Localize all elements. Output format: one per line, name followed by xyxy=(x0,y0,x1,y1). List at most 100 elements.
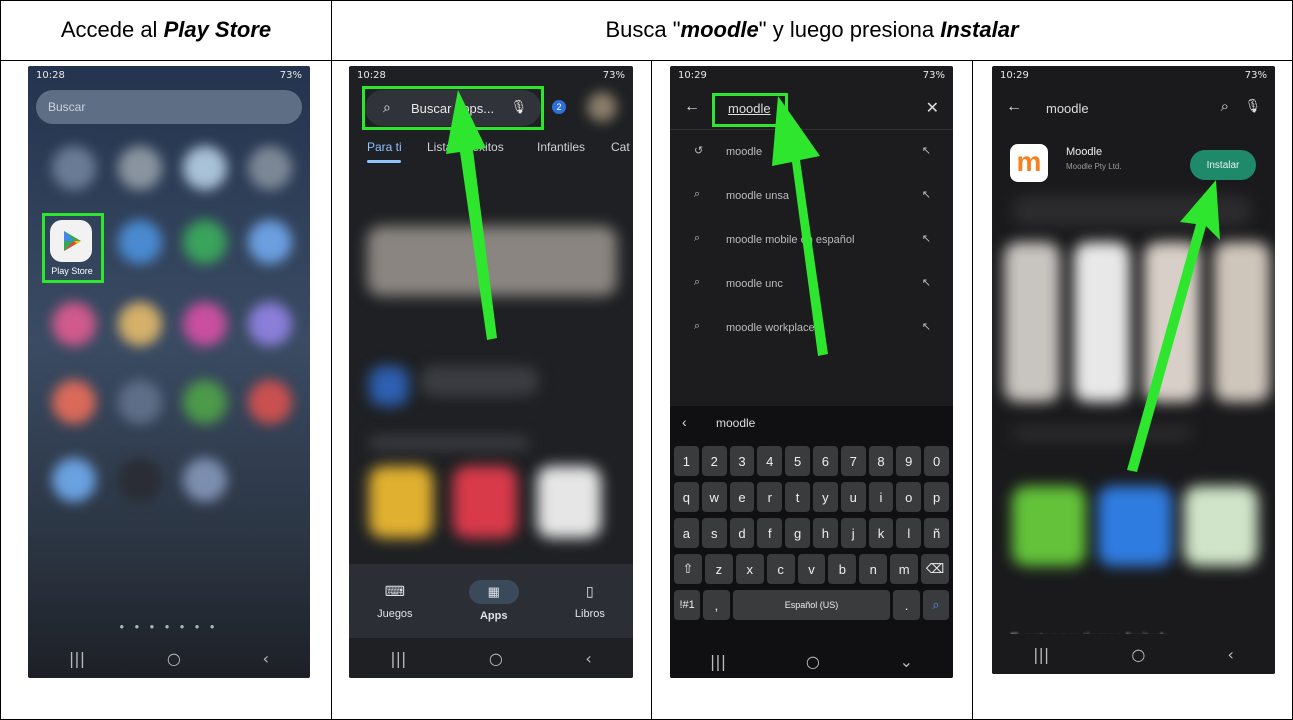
notification-badge[interactable]: 2 xyxy=(552,100,566,114)
key[interactable]: 4 xyxy=(757,446,783,476)
home-search-bar[interactable]: Buscar xyxy=(36,90,302,124)
battery-level: 73% xyxy=(602,70,625,81)
key[interactable]: w xyxy=(701,482,727,512)
key[interactable]: y xyxy=(812,482,838,512)
key[interactable]: g xyxy=(785,518,810,548)
recents-icon[interactable]: ||| xyxy=(69,649,85,668)
back-arrow-icon[interactable]: ← xyxy=(684,98,700,116)
key[interactable]: s xyxy=(701,518,727,548)
fill-arrow-icon[interactable]: ↖ xyxy=(922,276,931,289)
key[interactable]: b xyxy=(828,554,857,584)
suggestion-item[interactable]: ↺ moodle ↖ xyxy=(670,130,953,174)
search-icon[interactable]: ⌕ xyxy=(1221,98,1229,115)
chevron-left-icon[interactable]: ‹ xyxy=(682,414,687,430)
back-icon[interactable]: ‹ xyxy=(263,649,269,668)
key[interactable]: 5 xyxy=(785,446,810,476)
key[interactable]: o xyxy=(896,482,922,512)
tab-infantiles[interactable]: Infantiles xyxy=(537,140,585,154)
suggestion-item[interactable]: ⌕ moodle workplace ↖ xyxy=(670,306,953,350)
key[interactable]: h xyxy=(812,518,838,548)
search-key[interactable]: ⌕ xyxy=(922,590,949,620)
key[interactable]: v xyxy=(797,554,826,584)
mic-icon[interactable]: 🎙 xyxy=(1244,98,1261,114)
avatar[interactable] xyxy=(587,92,617,122)
tab-categorias[interactable]: Cat xyxy=(611,140,630,154)
key[interactable]: r xyxy=(757,482,783,512)
suggestion-item[interactable]: ⌕ moodle mobile en español ↖ xyxy=(670,218,953,262)
keyboard-suggestion[interactable]: moodle xyxy=(716,416,755,430)
results-top-bar: ← moodle ⌕ 🎙 xyxy=(992,90,1275,130)
key[interactable]: e xyxy=(729,482,755,512)
key[interactable]: 6 xyxy=(812,446,838,476)
search-icon: ⌕ xyxy=(694,276,701,288)
key[interactable]: q xyxy=(674,482,699,512)
key[interactable]: d xyxy=(729,518,755,548)
back-arrow-icon[interactable]: ← xyxy=(1006,98,1022,116)
key[interactable]: f xyxy=(757,518,783,548)
suggestion-item[interactable]: ⌕ moodle unsa ↖ xyxy=(670,174,953,218)
key[interactable]: ñ xyxy=(924,518,949,548)
key[interactable]: 0 xyxy=(924,446,949,476)
status-time: 10:29 xyxy=(678,70,707,81)
fill-arrow-icon[interactable]: ↖ xyxy=(922,144,931,157)
symbols-key[interactable]: !#1 xyxy=(674,590,701,620)
key[interactable]: z xyxy=(704,554,733,584)
key-row-4: !#1 , Español (US) . ⌕ xyxy=(674,590,949,620)
nav-libros[interactable]: ▯ Libros xyxy=(575,583,605,620)
key[interactable]: 2 xyxy=(701,446,727,476)
key[interactable]: p xyxy=(924,482,949,512)
nav-apps[interactable]: ▦ Apps xyxy=(468,580,519,622)
close-icon[interactable]: ✕ xyxy=(926,98,939,118)
home-icon[interactable]: ○ xyxy=(167,649,181,668)
app-name: Moodle xyxy=(1066,146,1103,158)
status-bar: 10:28 73% xyxy=(357,70,625,86)
tab-lista-exitos[interactable]: Lista de éxitos xyxy=(427,140,504,154)
fill-arrow-icon[interactable]: ↖ xyxy=(922,320,931,333)
key[interactable]: a xyxy=(674,518,699,548)
header-text: Accede al xyxy=(60,17,164,42)
nav-juegos[interactable]: ⌨ Juegos xyxy=(377,583,412,620)
recents-icon[interactable]: ||| xyxy=(390,649,406,668)
nav-label: Juegos xyxy=(377,607,413,620)
key[interactable]: 9 xyxy=(896,446,922,476)
home-icon[interactable]: ○ xyxy=(1131,645,1145,664)
key[interactable]: 3 xyxy=(729,446,755,476)
comma-key[interactable]: , xyxy=(703,590,730,620)
key[interactable]: c xyxy=(766,554,795,584)
period-key[interactable]: . xyxy=(893,590,920,620)
key[interactable]: u xyxy=(840,482,866,512)
key[interactable]: 7 xyxy=(840,446,866,476)
key[interactable]: x xyxy=(735,554,764,584)
battery-level: 73% xyxy=(279,70,302,81)
recents-icon[interactable]: ||| xyxy=(710,652,726,671)
install-button[interactable]: Instalar xyxy=(1190,150,1256,180)
home-icon[interactable]: ○ xyxy=(489,649,503,668)
key[interactable]: j xyxy=(840,518,866,548)
back-icon[interactable]: ‹ xyxy=(585,649,591,668)
key[interactable]: m xyxy=(890,554,919,584)
fill-arrow-icon[interactable]: ↖ xyxy=(922,232,931,245)
search-icon: ⌕ xyxy=(694,320,701,332)
key[interactable]: t xyxy=(785,482,810,512)
shift-key[interactable]: ⇧ xyxy=(674,554,702,584)
key[interactable]: 1 xyxy=(674,446,699,476)
key[interactable]: n xyxy=(859,554,888,584)
key[interactable]: k xyxy=(868,518,894,548)
search-query[interactable]: moodle xyxy=(1046,101,1089,116)
space-key[interactable]: Español (US) xyxy=(732,590,891,620)
backspace-key[interactable]: ⌫ xyxy=(921,554,950,584)
key[interactable]: l xyxy=(896,518,922,548)
phone-play-store: 10:28 73% ⌕ Buscar apps... 🎙 2 Para ti L… xyxy=(349,66,633,678)
back-icon[interactable]: ‹ xyxy=(1227,645,1233,664)
suggestion-item[interactable]: ⌕ moodle unc ↖ xyxy=(670,262,953,306)
key[interactable]: i xyxy=(868,482,894,512)
fill-arrow-icon[interactable]: ↖ xyxy=(922,188,931,201)
key[interactable]: 8 xyxy=(868,446,894,476)
hide-keyboard-icon[interactable]: ⌄ xyxy=(900,652,913,671)
header-step-1: Accede al Play Store xyxy=(1,0,331,60)
status-bar: 10:28 73% xyxy=(36,70,302,86)
suggestion-text: moodle unsa xyxy=(726,190,789,202)
home-icon[interactable]: ○ xyxy=(806,652,820,671)
recents-icon[interactable]: ||| xyxy=(1033,645,1049,664)
tab-para-ti[interactable]: Para ti xyxy=(367,140,402,154)
